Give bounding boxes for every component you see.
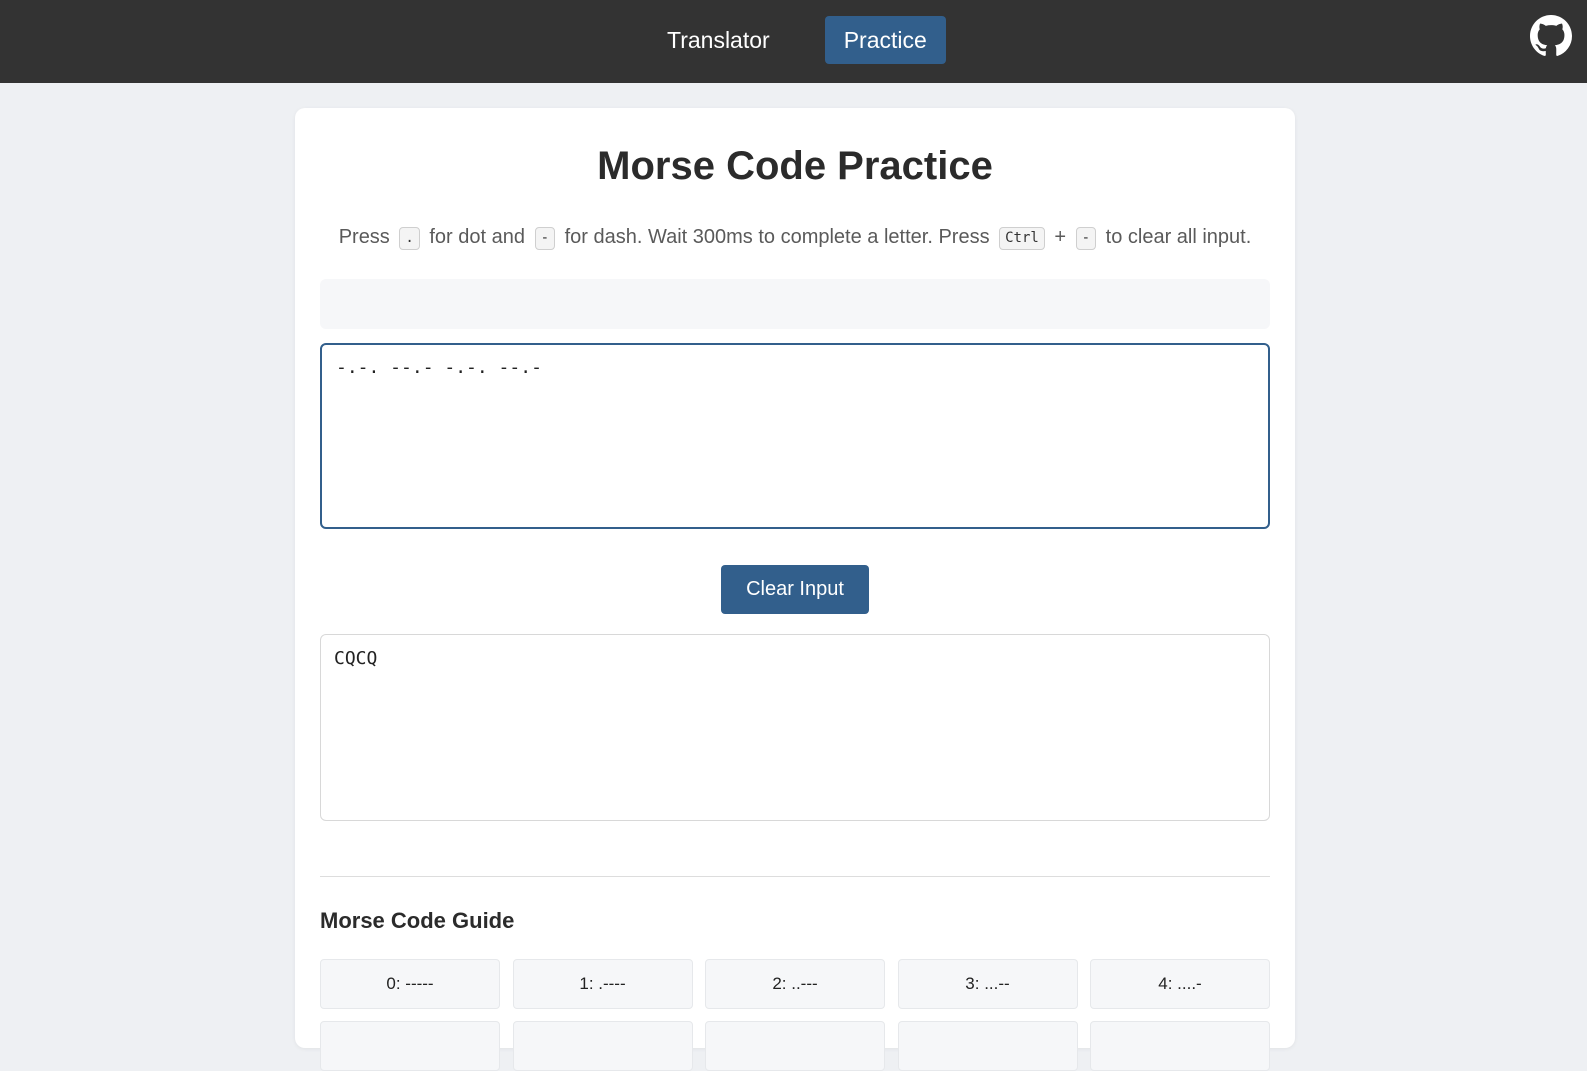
guide-entry bbox=[897, 1021, 1078, 1071]
nav-practice[interactable]: Practice bbox=[824, 16, 946, 64]
guide-entry: 3: ...-- bbox=[897, 959, 1078, 1009]
ctrl-key-hint: Ctrl bbox=[999, 227, 1045, 250]
clear-input-button[interactable]: Clear Input bbox=[721, 565, 869, 614]
dot-key-hint: . bbox=[399, 227, 420, 250]
github-icon[interactable] bbox=[1530, 15, 1572, 57]
practice-card: Morse Code Practice Press . for dot and … bbox=[295, 108, 1295, 1071]
instructions-for-dash: for dash. Wait 300ms to complete a lette… bbox=[564, 226, 990, 248]
instructions: Press . for dot and - for dash. Wait 300… bbox=[295, 226, 1295, 250]
instructions-plus: + bbox=[1054, 226, 1067, 248]
guide-entry bbox=[1090, 1021, 1270, 1071]
morse-input[interactable] bbox=[320, 343, 1270, 529]
page-title: Morse Code Practice bbox=[597, 144, 993, 188]
current-letter-display bbox=[320, 279, 1270, 329]
instructions-to-clear: to clear all input. bbox=[1105, 226, 1252, 248]
divider bbox=[320, 876, 1270, 877]
top-navbar: Translator Practice bbox=[0, 0, 1587, 83]
instructions-press: Press bbox=[338, 226, 390, 248]
dash-key-hint: - bbox=[534, 227, 555, 250]
translated-output[interactable] bbox=[320, 634, 1270, 821]
nav-translator[interactable]: Translator bbox=[648, 16, 789, 64]
guide-entry bbox=[705, 1021, 885, 1071]
guide-entry: 0: ----- bbox=[320, 959, 500, 1009]
clear-key-hint: - bbox=[1075, 227, 1097, 250]
guide-entry: 1: .---- bbox=[512, 959, 693, 1009]
main-nav: Translator Practice bbox=[648, 16, 946, 64]
guide-entry: 4: ....- bbox=[1090, 959, 1270, 1009]
guide-entry bbox=[320, 1021, 500, 1071]
instructions-for-dot: for dot and bbox=[429, 226, 525, 248]
guide-entry bbox=[512, 1021, 693, 1071]
morse-guide-grid: 0: ----- 1: .---- 2: ..--- 3: ...-- 4: .… bbox=[320, 959, 1270, 1071]
guide-entry: 2: ..--- bbox=[705, 959, 885, 1009]
guide-title: Morse Code Guide bbox=[320, 908, 515, 933]
